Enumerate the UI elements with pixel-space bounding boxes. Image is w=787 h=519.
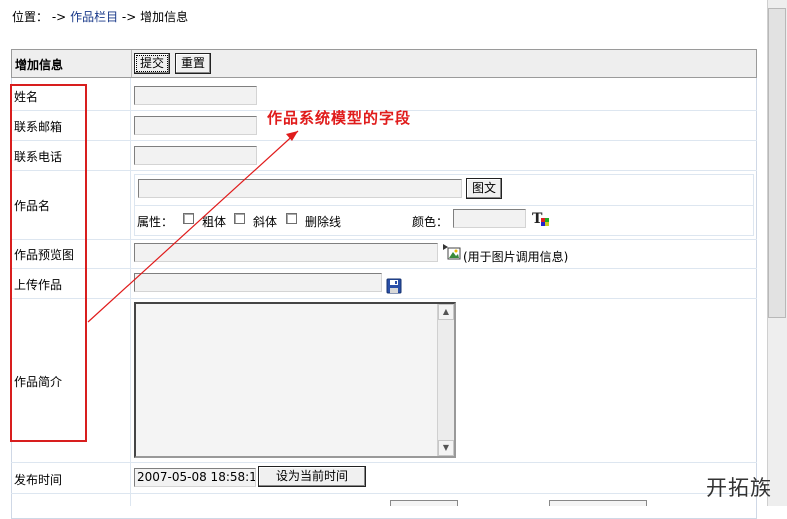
watermark: 开拓族 — [706, 476, 772, 500]
annotation-arrow — [87, 130, 299, 323]
annotation-text: 作品系统模型的字段 — [267, 109, 412, 127]
